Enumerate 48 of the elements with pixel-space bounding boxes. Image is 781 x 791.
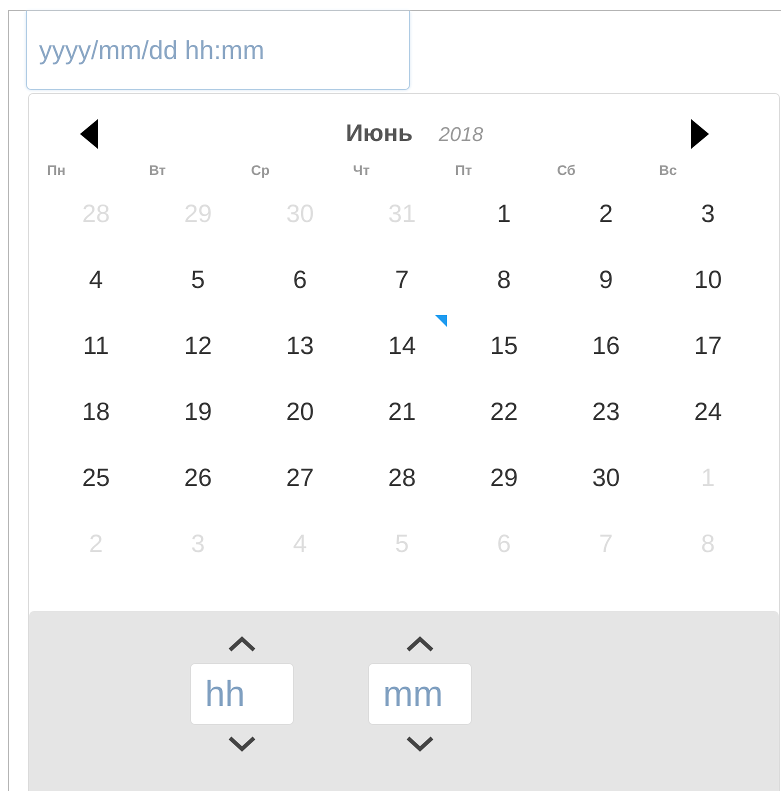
calendar-day[interactable]: 5 [147, 247, 249, 313]
calendar-day[interactable]: 8 [453, 247, 555, 313]
calendar-day[interactable]: 26 [147, 445, 249, 511]
weekday-label: Пт [454, 162, 473, 178]
calendar-day[interactable]: 18 [45, 379, 147, 445]
calendar-day[interactable]: 1 [453, 181, 555, 247]
calendar-day[interactable]: 2 [555, 181, 657, 247]
calendar-day[interactable]: 28 [351, 445, 453, 511]
calendar-day[interactable]: 20 [249, 379, 351, 445]
weekday-label: Чт [352, 162, 371, 178]
calendar-day[interactable]: 14 [351, 313, 453, 379]
chevron-up-icon[interactable] [405, 635, 435, 653]
calendar-day[interactable]: 13 [249, 313, 351, 379]
calendar-day[interactable]: 23 [555, 379, 657, 445]
weekday-label: Ср [250, 162, 271, 178]
minute-field[interactable]: mm [368, 663, 472, 725]
calendar-day[interactable]: 22 [453, 379, 555, 445]
year-label: 2018 [438, 124, 484, 147]
calendar-day[interactable]: 27 [249, 445, 351, 511]
hour-field[interactable]: hh [190, 663, 294, 725]
calendar-day[interactable]: 29 [453, 445, 555, 511]
calendar-day[interactable]: 30 [555, 445, 657, 511]
previous-month-icon[interactable] [80, 119, 98, 149]
calendar-day[interactable]: 7 [351, 247, 453, 313]
calendar-day[interactable]: 24 [657, 379, 759, 445]
month-label: Июнь [346, 120, 413, 148]
calendar-day[interactable]: 9 [555, 247, 657, 313]
calendar-day[interactable]: 4 [45, 247, 147, 313]
calendar-day[interactable]: 17 [657, 313, 759, 379]
next-month-icon[interactable] [691, 119, 709, 149]
chevron-down-icon[interactable] [405, 735, 435, 753]
calendar-day[interactable]: 19 [147, 379, 249, 445]
chevron-up-icon[interactable] [227, 635, 257, 653]
chevron-down-icon[interactable] [227, 735, 257, 753]
calendar-day[interactable]: 15 [453, 313, 555, 379]
calendar-day[interactable]: 25 [45, 445, 147, 511]
weekday-label: Вс [658, 162, 678, 178]
calendar-day[interactable]: 16 [555, 313, 657, 379]
weekday-label: Пн [46, 162, 67, 178]
calendar-day[interactable]: 12 [147, 313, 249, 379]
calendar-day[interactable]: 11 [45, 313, 147, 379]
calendar-day[interactable]: 10 [657, 247, 759, 313]
calendar-day[interactable]: 21 [351, 379, 453, 445]
date-field[interactable]: yyyy/mm/dd hh:mm [26, 11, 410, 90]
calendar-day[interactable]: 3 [657, 181, 759, 247]
calendar-day[interactable]: 6 [249, 247, 351, 313]
weekday-label: Вт [148, 162, 167, 178]
weekday-label: Сб [556, 162, 577, 178]
